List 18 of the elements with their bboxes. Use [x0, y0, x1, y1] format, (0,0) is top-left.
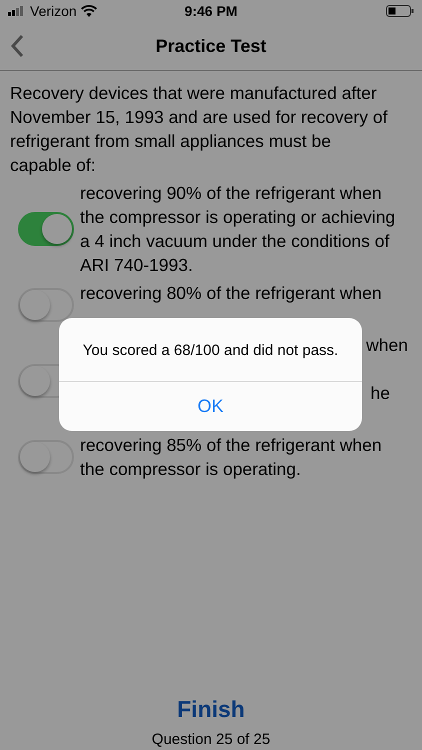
- screen-title: Practice Test: [156, 36, 266, 56]
- answer-text: he: [370, 382, 390, 405]
- question-counter: Question 25 of 25: [152, 731, 270, 748]
- ok-button[interactable]: OK: [59, 381, 362, 431]
- question-text: Recovery devices that were manufactured after November 15, 1993 and are used for recovery of refrigerant from small appliances must be capable of:: [10, 82, 388, 177]
- carrier-name: Verizon: [30, 3, 77, 19]
- battery-icon: [386, 5, 414, 17]
- answer-text: recovering 90% of the refrigerant when the compressor is operating or achieving a 4 inch vacuum under the conditions of ARI 740-1993.: [80, 182, 396, 277]
- alert-message: You scored a 68/100 and did not pass.: [82, 341, 340, 361]
- finish-button[interactable]: Finish: [169, 692, 253, 727]
- answer-text: recovering 85% of the refrigerant when the compressor is operating.: [80, 434, 383, 481]
- back-icon[interactable]: [10, 34, 24, 58]
- answer-text: when: [366, 334, 408, 357]
- wifi-icon: [80, 5, 97, 17]
- toggle-switch[interactable]: [18, 212, 74, 246]
- status-time: 9:46 PM: [184, 3, 238, 19]
- answer-text: recovering 80% of the refrigerant when: [80, 282, 383, 305]
- signal-icon: [8, 6, 26, 16]
